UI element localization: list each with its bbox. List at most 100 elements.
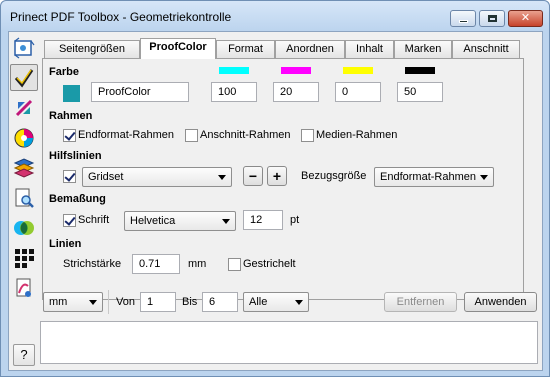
sidebar-tool-check[interactable] [10,64,38,91]
tab-anschnitt[interactable]: Anschnitt [452,40,520,58]
plus-icon: + [272,168,282,184]
gridset-select[interactable]: Gridset [82,167,232,187]
gestrichelt-label: Gestrichelt [243,258,296,270]
von-value: 1 [147,296,154,308]
entfernen-button[interactable]: Entfernen [384,292,457,312]
unit-value: mm [49,296,68,308]
minimize-icon [459,20,468,23]
anschnitt-checkbox[interactable] [185,129,198,142]
sidebar-tool-colors[interactable] [10,124,38,151]
remove-grid-button[interactable]: − [243,166,263,186]
tab-seitengroessen[interactable]: Seitengrößen [44,40,140,58]
grid-blocks-icon [15,248,34,268]
minimize-button[interactable] [450,10,476,27]
color-preview[interactable] [63,85,80,102]
black-input[interactable]: 50 [397,82,443,102]
magnifier-document-icon [15,188,34,208]
section-farbe-title: Farbe [49,66,79,78]
color-wheel-tool-icon [14,128,34,147]
tab-label: Format [228,43,263,55]
chevron-down-icon [89,300,97,305]
strichstaerke-label: Strichstärke [63,258,122,270]
tab-marken[interactable]: Marken [394,40,452,58]
font-size-value: 12 [250,214,263,226]
bis-input[interactable]: 6 [202,292,238,312]
title-bar[interactable]: Prinect PDF Toolbox - Geometriekontrolle… [1,1,549,31]
client-area: Seitengrößen ProofColor Format Anordnen … [8,31,543,371]
gestrichelt-checkbox[interactable] [228,258,241,271]
window-title: Prinect PDF Toolbox - Geometriekontrolle [10,10,232,24]
font-select[interactable]: Helvetica [124,211,236,231]
log-textarea[interactable] [40,321,538,364]
help-icon: ? [20,347,28,362]
magenta-input[interactable]: 20 [273,82,319,102]
sidebar-tool-document[interactable] [10,274,38,301]
anwenden-label: Anwenden [474,296,527,308]
gridset-value: Gridset [88,171,124,183]
cyan-value: 100 [218,86,237,98]
sidebar-tool-transform[interactable] [10,94,38,121]
cyan-input[interactable]: 100 [211,82,257,102]
strichstaerke-input[interactable]: 0.71 [132,254,180,274]
section-linien-title: Linien [49,238,82,250]
bezugsgroesse-label: Bezugsgröße [301,170,367,182]
entfernen-label: Entfernen [396,296,445,308]
bezugsgroesse-select[interactable]: Endformat-Rahmen [374,167,494,187]
strichstaerke-unit: mm [188,258,207,270]
bezugsgroesse-value: Endformat-Rahmen [380,171,476,183]
unit-select[interactable]: mm [43,292,103,312]
maximize-icon [488,15,497,22]
layers-tool-icon [13,157,35,178]
font-size-unit: pt [290,214,300,226]
sidebar-tool-overprint[interactable] [10,214,38,241]
help-button[interactable]: ? [13,344,35,366]
chevron-down-icon [480,175,488,180]
close-button[interactable]: ✕ [508,10,543,27]
proofcolor-panel: Farbe ProofColor 100 20 0 50 Rahmen Endf… [42,58,524,300]
add-grid-button[interactable]: + [267,166,287,186]
measure-tool-icon [14,37,35,58]
medien-checkbox[interactable] [301,129,314,142]
sidebar-tool-grid[interactable] [10,244,38,271]
chevron-down-icon [222,219,230,224]
font-size-input[interactable]: 12 [243,210,283,230]
footer-separator [108,290,109,314]
close-icon: ✕ [520,12,531,24]
anschnitt-label: Anschnitt-Rahmen [200,129,291,141]
black-value: 50 [404,86,417,98]
tab-label: ProofColor [149,41,207,53]
color-name-field[interactable]: ProofColor [91,82,189,102]
yellow-value: 0 [342,86,349,98]
hilfslinien-checkbox[interactable] [63,170,76,183]
tab-label: Seitengrößen [58,43,126,55]
schrift-checkbox[interactable] [63,214,76,227]
color-name-value: ProofColor [98,86,151,98]
tab-anordnen[interactable]: Anordnen [275,40,345,58]
document-curve-icon [16,278,31,297]
strichstaerke-value: 0.71 [139,258,161,270]
sidebar-tool-layers[interactable] [10,154,38,181]
chevron-down-icon [218,175,226,180]
magenta-swatch [281,67,311,74]
overprint-circles-icon [14,220,34,235]
bis-value: 6 [209,296,216,308]
maximize-button[interactable] [479,10,505,27]
endformat-checkbox[interactable] [63,129,76,142]
sidebar-tool-inspect[interactable] [10,184,38,211]
range-value: Alle [249,296,268,308]
tab-label: Inhalt [356,43,383,55]
tab-proofcolor[interactable]: ProofColor [140,38,216,59]
black-swatch [405,67,435,74]
von-input[interactable]: 1 [140,292,176,312]
transform-tool-icon [15,99,33,116]
yellow-input[interactable]: 0 [335,82,381,102]
magenta-value: 20 [280,86,293,98]
sidebar-tool-measure[interactable] [10,34,38,61]
section-bemassung-title: Bemaßung [49,193,106,205]
minus-icon: − [248,168,258,184]
anwenden-button[interactable]: Anwenden [464,292,537,312]
medien-label: Medien-Rahmen [316,129,398,141]
range-select[interactable]: Alle [243,292,309,312]
tab-inhalt[interactable]: Inhalt [345,40,394,58]
tab-format[interactable]: Format [216,40,275,58]
